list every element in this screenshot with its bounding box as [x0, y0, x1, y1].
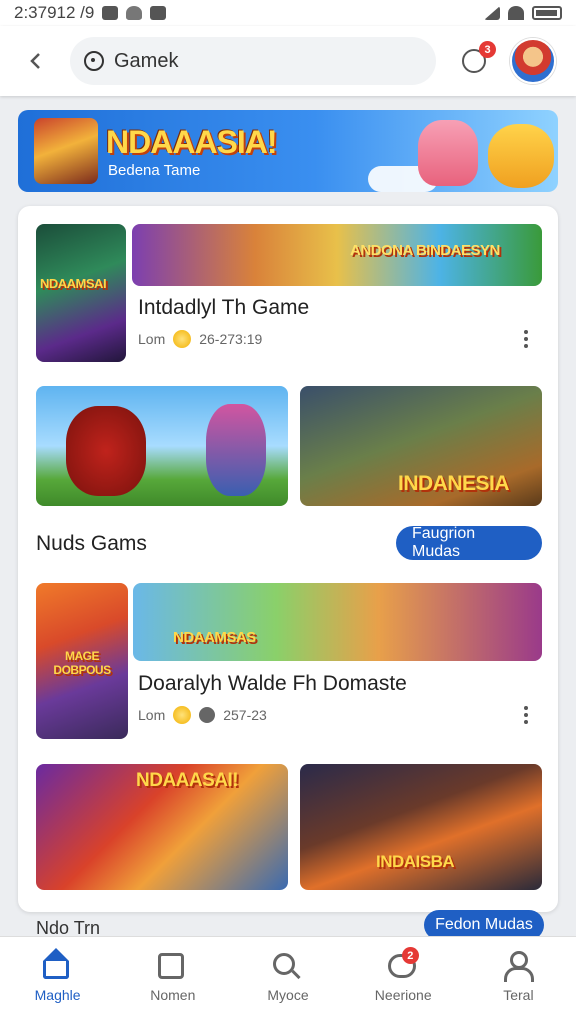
- screenshot-text: INDAISBA: [376, 852, 455, 871]
- game-screenshot[interactable]: INDANESIA: [300, 386, 542, 506]
- app-bar: 3: [0, 26, 576, 96]
- coin-icon: [173, 330, 192, 348]
- game-title[interactable]: Doaralyh Walde Fh Domaste: [138, 672, 407, 696]
- user-icon: [503, 951, 535, 982]
- nav-item-search[interactable]: Myoce: [230, 937, 345, 1024]
- search-bar[interactable]: [70, 37, 436, 85]
- banner-mascot-image: [488, 124, 554, 188]
- avatar[interactable]: [510, 38, 556, 84]
- clock-icon: [199, 707, 216, 723]
- coin-icon: [173, 706, 192, 724]
- battery-icon: [532, 6, 562, 20]
- status-time: 2:37912 /9: [14, 3, 95, 22]
- game-character-image: [206, 404, 266, 496]
- nav-item-nomen[interactable]: Nomen: [115, 937, 230, 1024]
- nav-label: Myoce: [267, 987, 309, 1003]
- banner-image-text: ANDONA BINDAESYN: [350, 242, 500, 259]
- game-thumbnail[interactable]: NDAAMSAI: [36, 224, 126, 362]
- search-icon: [84, 51, 104, 71]
- meta-label: Lom: [138, 707, 166, 723]
- nav-label: Neerione: [374, 987, 432, 1003]
- chevron-left-icon: [30, 53, 40, 69]
- nav-item-home[interactable]: Maghle: [0, 937, 115, 1024]
- game-list-card: NDAAMSAI ANDONA BINDAESYN Intdadlyl Th G…: [18, 206, 558, 912]
- search-icon: [273, 953, 295, 975]
- screenshot-text: INDANESIA: [398, 472, 510, 495]
- game-screenshot[interactable]: INDAISBA: [300, 764, 542, 890]
- notification-badge: 3: [479, 41, 496, 58]
- nav-label: Teral: [503, 987, 534, 1003]
- cloud-icon: [126, 6, 143, 20]
- nav-item-profile[interactable]: Teral: [461, 937, 576, 1024]
- status-bar: 2:37912 /9: [0, 0, 576, 26]
- thumbnail-text: MAGE DOBPOUS: [53, 649, 111, 677]
- nav-label: Nomen: [150, 987, 196, 1003]
- message-badge: 2: [401, 947, 419, 964]
- game-screenshot[interactable]: NDAAASAI!: [36, 764, 288, 890]
- banner-image-text: NDAAMSAS: [173, 629, 256, 646]
- promo-banner[interactable]: NDAAASIA! Bedena Tame: [18, 110, 558, 192]
- history-button[interactable]: 3: [456, 41, 496, 79]
- meta-value: 257-23: [223, 707, 267, 723]
- section-title: Nuds Gams: [36, 532, 147, 555]
- more-options-button[interactable]: [521, 706, 531, 724]
- game-banner-image[interactable]: NDAAMSAS: [133, 583, 542, 661]
- game-title[interactable]: Intdadlyl Th Game: [138, 296, 309, 320]
- section-title: Ndo Trn: [36, 918, 101, 936]
- bottom-navigation: Maghle Nomen Myoce 2 Neerione Teral: [0, 936, 576, 1024]
- wifi-icon: [508, 6, 524, 20]
- home-icon: [42, 948, 69, 979]
- section-action-button[interactable]: Faugrion Mudas: [396, 525, 542, 560]
- thumbnail-text: NDAAMSAI: [40, 276, 107, 291]
- meta-value: 26-273:19: [199, 331, 263, 347]
- nav-label: Maghle: [34, 987, 81, 1003]
- back-button[interactable]: [16, 41, 56, 81]
- box-icon: [157, 953, 184, 979]
- game-meta: Lom 26-273:19: [138, 330, 262, 348]
- game-character-image: [66, 406, 146, 496]
- search-input[interactable]: [114, 49, 394, 73]
- banner-subtitle: Bedena Tame: [108, 162, 201, 179]
- bookmark-icon: [150, 6, 167, 20]
- notification-icon: [102, 6, 119, 20]
- game-banner-image[interactable]: ANDONA BINDAESYN: [132, 224, 542, 286]
- banner-title: NDAAASIA!: [106, 124, 278, 160]
- game-thumbnail[interactable]: MAGE DOBPOUS: [36, 583, 128, 739]
- banner-mascot-image: [418, 120, 478, 186]
- more-options-button[interactable]: [521, 330, 531, 348]
- meta-label: Lom: [138, 331, 166, 347]
- screenshot-text: NDAAASAI!: [136, 770, 239, 791]
- signal-icon: [484, 6, 500, 20]
- nav-item-messages[interactable]: 2 Neerione: [346, 937, 461, 1024]
- game-screenshot[interactable]: [36, 386, 288, 506]
- banner-hero-image: [34, 118, 98, 184]
- game-meta: Lom 257-23: [138, 706, 267, 724]
